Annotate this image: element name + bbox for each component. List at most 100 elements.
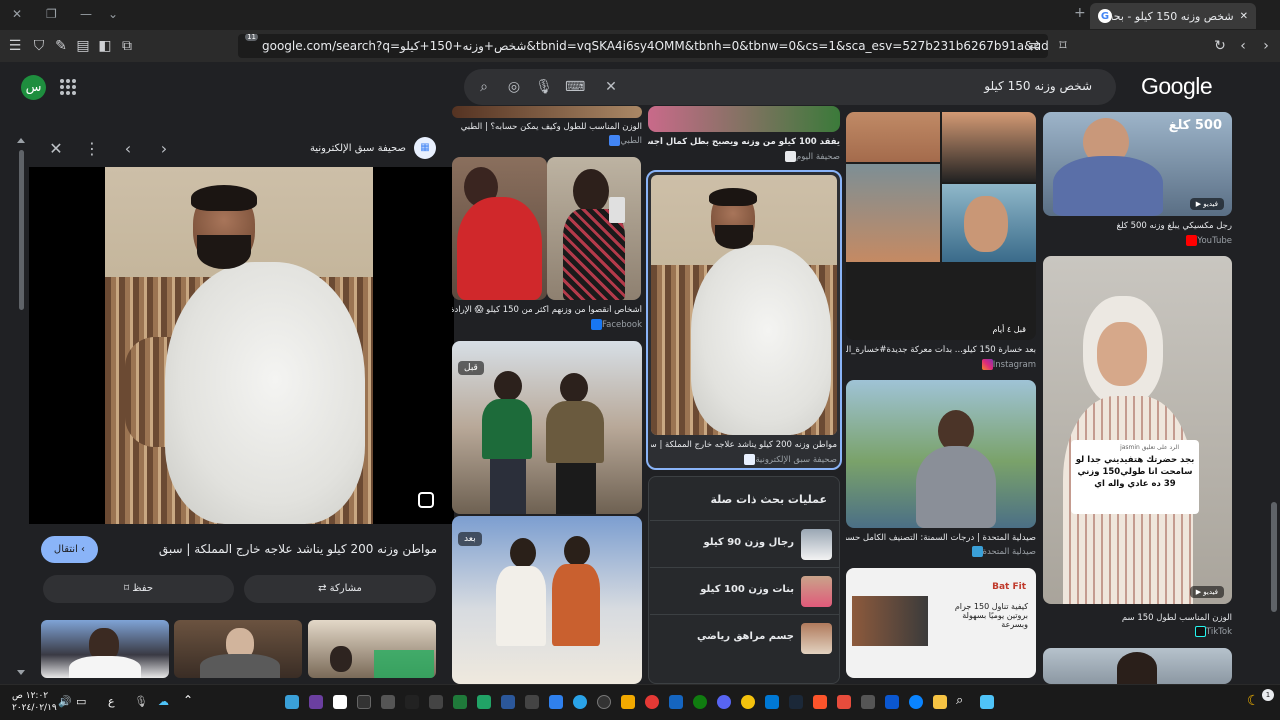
result-source[interactable]: Instagram — [846, 359, 1036, 370]
onedrive-icon[interactable]: ☁ — [158, 695, 169, 708]
image-result[interactable] — [648, 106, 840, 132]
next-image-icon[interactable]: › — [154, 139, 174, 158]
search-bar[interactable]: ⌕ ◎ 🎙 ⌨ ✕ شخص وزنه 150 كيلو — [464, 69, 1116, 105]
related-search-item[interactable]: رجال وزن 90 كيلو — [650, 520, 840, 566]
volume-icon[interactable]: 🔊 — [58, 695, 72, 708]
image-title[interactable]: مواطن وزنه 200 كيلو يناشد علاجه خارج الم… — [159, 542, 437, 556]
reload-icon[interactable]: ↻ — [1211, 37, 1229, 55]
result-caption[interactable]: يفقد 100 كيلو من وزنه ويصبح بطل كمال أجس… — [648, 137, 840, 147]
related-thumbnail[interactable] — [308, 620, 436, 678]
app-taskbar-icon[interactable] — [429, 695, 443, 709]
image-result[interactable]: قبل — [452, 341, 642, 514]
lens-search-icon[interactable] — [418, 492, 434, 508]
extensions-icon[interactable]: ✎ — [52, 37, 70, 55]
mic-icon[interactable]: 🎙 — [535, 78, 553, 96]
result-caption[interactable]: الوزن المناسب للطول وكيف يمكن حسابه؟ | ا… — [452, 122, 642, 132]
share-link-icon[interactable]: ⇄ — [1025, 37, 1043, 55]
tab-list-chevron-icon[interactable]: ⌄ — [108, 7, 118, 21]
restore-window-icon[interactable]: ❐ — [46, 7, 57, 21]
result-source[interactable]: صيدلية المتحدة — [846, 546, 1036, 557]
app-taskbar-icon[interactable] — [525, 695, 539, 709]
selected-image-result[interactable]: مواطن وزنه 200 كيلو يناشد علاجه خارج الم… — [646, 170, 842, 470]
related-thumbnail[interactable] — [41, 620, 169, 678]
app-taskbar-icon[interactable] — [861, 695, 875, 709]
image-result[interactable] — [452, 157, 547, 300]
search-taskbar-icon[interactable]: ⌕ — [956, 693, 963, 708]
page-scrollbar[interactable] — [1268, 62, 1280, 684]
settings-taskbar-icon[interactable] — [381, 695, 395, 709]
app-taskbar-icon[interactable] — [669, 695, 683, 709]
xbox-taskbar-icon[interactable] — [693, 695, 707, 709]
result-caption[interactable]: أشخاص أنقصوا من وزنهم أكثر من 150 كيلو 😱… — [452, 305, 642, 315]
store-taskbar-icon[interactable] — [885, 695, 899, 709]
image-result[interactable] — [846, 380, 1036, 528]
image-result[interactable]: Bat Fit كيفية تناول 150 جرام بروتين يومي… — [846, 568, 1036, 678]
image-result[interactable] — [452, 106, 642, 118]
image-result[interactable] — [1043, 648, 1232, 684]
result-source[interactable]: صحيفة اليوم — [648, 151, 840, 162]
edge-taskbar-icon[interactable] — [285, 695, 299, 709]
related-search-item[interactable]: بنات وزن 100 كيلو — [650, 567, 840, 613]
close-viewer-icon[interactable]: ✕ — [46, 139, 66, 158]
google-logo[interactable]: Google — [1141, 73, 1213, 100]
puzzle-icon[interactable]: ⧉ — [118, 37, 136, 55]
microphone-icon[interactable]: 🎙 — [134, 695, 148, 708]
source-site[interactable]: ▦ صحيفة سبق الإلكترونية — [310, 137, 436, 159]
main-image[interactable] — [29, 167, 454, 524]
system-clock[interactable]: ١٢:٠٢ ص ٢٠٢٤/٠٢/١٩ — [12, 690, 57, 714]
app-taskbar-icon[interactable] — [837, 695, 851, 709]
result-caption[interactable]: رجل مكسيكي يبلغ وزنه 500 كلغ — [1043, 221, 1232, 231]
app-taskbar-icon[interactable] — [765, 695, 779, 709]
notification-badge[interactable]: 1 — [1262, 689, 1274, 701]
image-result[interactable]: 500 كلغ ▶ فيديو — [1043, 112, 1232, 216]
lens-icon[interactable]: ◎ — [505, 78, 523, 96]
result-source[interactable]: Facebook — [452, 319, 642, 330]
tray-chevron-icon[interactable]: ⌃ — [183, 693, 193, 707]
address-bar[interactable]: 11 google.com/search?q=شخص+وزنه+150+كيلو… — [238, 34, 1048, 58]
menu-icon[interactable]: ☰ — [6, 37, 24, 55]
search-icon[interactable]: ⌕ — [475, 78, 493, 96]
google-apps-icon[interactable] — [60, 79, 76, 95]
notepad-taskbar-icon[interactable] — [333, 695, 347, 709]
app-taskbar-icon[interactable] — [357, 695, 371, 709]
image-result[interactable]: الرد على تعليق jasmin بجد حضرتك هتفيديني… — [1043, 256, 1232, 604]
app-taskbar-icon[interactable] — [621, 695, 635, 709]
app-taskbar-icon[interactable] — [645, 695, 659, 709]
clear-search-icon[interactable]: ✕ — [602, 78, 620, 96]
visit-button[interactable]: انتقال ‹ — [41, 536, 98, 563]
input-language[interactable]: ع — [108, 695, 115, 708]
new-tab-icon[interactable]: + — [1074, 5, 1086, 21]
sidebar-icon[interactable]: ◧ — [96, 37, 114, 55]
previous-image-icon[interactable]: ‹ — [118, 139, 138, 158]
steam-taskbar-icon[interactable] — [789, 695, 803, 709]
result-source[interactable]: YouTube — [1043, 235, 1232, 246]
minimize-window-icon[interactable]: — — [80, 7, 92, 21]
image-result[interactable]: بعد — [452, 516, 642, 684]
result-caption[interactable]: الوزن المناسب لطول 150 سم — [1043, 613, 1232, 623]
app-taskbar-icon[interactable] — [309, 695, 323, 709]
shield-settings-icon[interactable]: ⛉ — [30, 37, 48, 55]
image-result[interactable]: قبل ٤ أيام — [846, 112, 1036, 340]
app-taskbar-icon[interactable] — [477, 695, 491, 709]
back-icon[interactable]: ‹ — [1234, 37, 1252, 55]
result-caption[interactable]: صيدلية المتحدة | درجات السمنة: التصنيف ا… — [846, 533, 1036, 543]
related-thumbnail[interactable] — [174, 620, 302, 678]
save-button[interactable]: ⌑ حفظ — [43, 575, 234, 603]
more-options-icon[interactable]: ⋮ — [82, 139, 102, 158]
edge-taskbar-icon[interactable] — [909, 695, 923, 709]
result-source[interactable]: الطبي — [452, 135, 642, 146]
related-search-item[interactable]: جسم مراهق رياضي — [650, 614, 840, 660]
viewer-scrollbar[interactable] — [14, 126, 28, 684]
image-result[interactable] — [547, 157, 641, 300]
app-taskbar-icon[interactable] — [597, 695, 611, 709]
result-source[interactable]: TikTok — [1043, 626, 1232, 637]
app-taskbar-icon[interactable] — [549, 695, 563, 709]
reader-icon[interactable]: ▤ — [74, 37, 92, 55]
network-icon[interactable]: ▭ — [76, 695, 86, 708]
weather-icon[interactable]: ☾ — [1247, 693, 1260, 709]
brave-taskbar-icon[interactable] — [813, 695, 827, 709]
tab-close-icon[interactable]: ✕ — [1240, 11, 1248, 22]
discord-taskbar-icon[interactable] — [717, 695, 731, 709]
result-caption[interactable]: بعد خسارة 150 كيلو... بدأت معركة جديدة#خ… — [846, 345, 1036, 355]
explorer-taskbar-icon[interactable] — [933, 695, 947, 709]
